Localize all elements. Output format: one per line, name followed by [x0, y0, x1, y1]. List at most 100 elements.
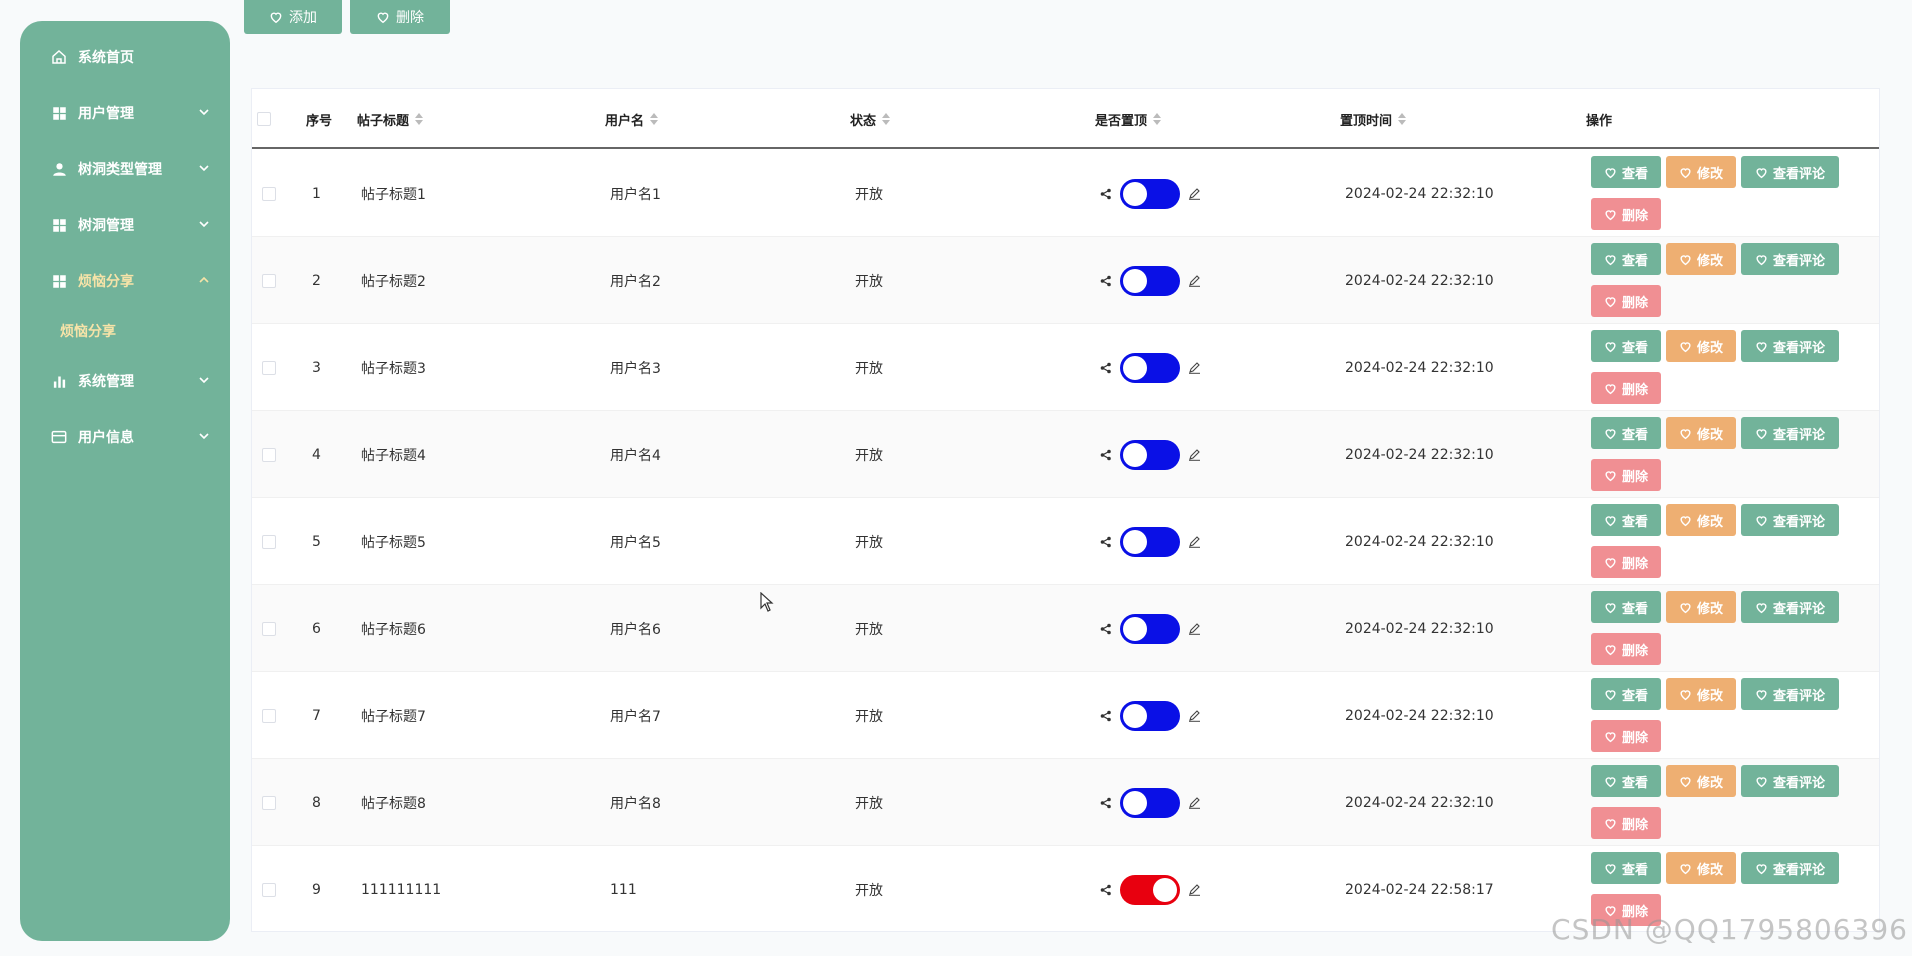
view-button[interactable]: 查看: [1591, 591, 1661, 623]
sidebar-item-4[interactable]: 烦恼分享: [20, 253, 230, 309]
row-checkbox[interactable]: [262, 882, 276, 897]
share-icon[interactable]: [1100, 188, 1112, 200]
view-comments-button[interactable]: 查看评论: [1741, 678, 1839, 710]
pinned-toggle[interactable]: [1120, 265, 1180, 296]
sort-icon[interactable]: [650, 113, 659, 125]
view-button[interactable]: 查看: [1591, 678, 1661, 710]
pinned-toggle[interactable]: [1120, 874, 1180, 905]
view-button[interactable]: 查看: [1591, 852, 1661, 884]
row-delete-button[interactable]: 删除: [1591, 372, 1661, 404]
share-icon[interactable]: [1100, 710, 1112, 722]
header-pinned[interactable]: 是否置顶: [1095, 89, 1162, 149]
row-checkbox[interactable]: [262, 795, 276, 810]
header-status[interactable]: 状态: [850, 89, 891, 149]
pinned-toggle[interactable]: [1120, 613, 1180, 644]
delete-button[interactable]: 删除: [350, 0, 450, 34]
row-checkbox[interactable]: [262, 534, 276, 549]
sort-icon[interactable]: [1398, 113, 1407, 125]
row-delete-button[interactable]: 删除: [1591, 459, 1661, 491]
row-delete-button[interactable]: 删除: [1591, 720, 1661, 752]
index-cell: 1: [312, 185, 321, 202]
row-delete-button[interactable]: 删除: [1591, 546, 1661, 578]
pinned-toggle[interactable]: [1120, 700, 1180, 731]
header-username[interactable]: 用户名: [605, 89, 659, 149]
pinned-toggle[interactable]: [1120, 178, 1180, 209]
view-button[interactable]: 查看: [1591, 156, 1661, 188]
share-icon[interactable]: [1100, 797, 1112, 809]
edit-button[interactable]: 修改: [1666, 243, 1736, 275]
view-button[interactable]: 查看: [1591, 417, 1661, 449]
sidebar-item-3[interactable]: 树洞管理: [20, 197, 230, 253]
share-icon[interactable]: [1100, 362, 1112, 374]
row-checkbox[interactable]: [262, 621, 276, 636]
sidebar-item-0[interactable]: 系统首页: [20, 29, 230, 85]
row-delete-button[interactable]: 删除: [1591, 633, 1661, 665]
view-comments-button[interactable]: 查看评论: [1741, 243, 1839, 275]
edit-pen-icon[interactable]: [1188, 448, 1201, 461]
view-button[interactable]: 查看: [1591, 765, 1661, 797]
header-pin-time[interactable]: 置顶时间: [1340, 89, 1407, 149]
row-delete-button[interactable]: 删除: [1591, 285, 1661, 317]
heart-icon: [1605, 818, 1616, 829]
view-comments-button[interactable]: 查看评论: [1741, 156, 1839, 188]
pinned-toggle[interactable]: [1120, 787, 1180, 818]
row-delete-button[interactable]: 删除: [1591, 198, 1661, 230]
sidebar-item-6[interactable]: 用户信息: [20, 409, 230, 465]
add-button[interactable]: 添加: [244, 0, 342, 34]
edit-button[interactable]: 修改: [1666, 417, 1736, 449]
edit-pen-icon[interactable]: [1188, 274, 1201, 287]
heart-icon: [1605, 731, 1616, 742]
edit-pen-icon[interactable]: [1188, 187, 1201, 200]
sort-icon[interactable]: [415, 113, 424, 125]
edit-button[interactable]: 修改: [1666, 852, 1736, 884]
title-cell: 帖子标题3: [361, 360, 426, 377]
view-comments-button[interactable]: 查看评论: [1741, 330, 1839, 362]
header-title[interactable]: 帖子标题: [357, 89, 424, 149]
row-checkbox[interactable]: [262, 186, 276, 201]
view-comments-button[interactable]: 查看评论: [1741, 417, 1839, 449]
row-checkbox[interactable]: [262, 360, 276, 375]
view-comments-button[interactable]: 查看评论: [1741, 504, 1839, 536]
row-checkbox[interactable]: [262, 708, 276, 723]
edit-pen-icon[interactable]: [1188, 883, 1201, 896]
edit-pen-icon[interactable]: [1188, 361, 1201, 374]
edit-button[interactable]: 修改: [1666, 330, 1736, 362]
sidebar-item-5[interactable]: 系统管理: [20, 353, 230, 409]
edit-pen-icon[interactable]: [1188, 535, 1201, 548]
edit-button[interactable]: 修改: [1666, 591, 1736, 623]
share-icon[interactable]: [1100, 623, 1112, 635]
share-icon[interactable]: [1100, 449, 1112, 461]
view-button[interactable]: 查看: [1591, 243, 1661, 275]
share-icon[interactable]: [1100, 275, 1112, 287]
sidebar-item-2[interactable]: 树洞类型管理: [20, 141, 230, 197]
share-icon[interactable]: [1100, 536, 1112, 548]
edit-button[interactable]: 修改: [1666, 504, 1736, 536]
edit-pen-icon[interactable]: [1188, 709, 1201, 722]
edit-button[interactable]: 修改: [1666, 156, 1736, 188]
sidebar-item-label: 用户管理: [78, 106, 134, 122]
pinned-toggle[interactable]: [1120, 352, 1180, 383]
view-button[interactable]: 查看: [1591, 504, 1661, 536]
share-icon[interactable]: [1100, 884, 1112, 896]
sort-icon[interactable]: [1153, 113, 1162, 125]
row-select-cell: [262, 411, 276, 498]
pinned-toggle[interactable]: [1120, 526, 1180, 557]
row-delete-button[interactable]: 删除: [1591, 807, 1661, 839]
row-checkbox[interactable]: [262, 447, 276, 462]
edit-button[interactable]: 修改: [1666, 765, 1736, 797]
edit-pen-icon[interactable]: [1188, 796, 1201, 809]
pinned-toggle[interactable]: [1120, 439, 1180, 470]
sidebar-item-1[interactable]: 用户管理: [20, 85, 230, 141]
edit-button[interactable]: 修改: [1666, 678, 1736, 710]
view-comments-button[interactable]: 查看评论: [1741, 852, 1839, 884]
sidebar-subitem-share[interactable]: 烦恼分享: [20, 309, 230, 353]
title-cell: 帖子标题7: [361, 708, 426, 725]
edit-pen-icon[interactable]: [1188, 622, 1201, 635]
view-comments-button[interactable]: 查看评论: [1741, 765, 1839, 797]
sort-icon[interactable]: [882, 113, 891, 125]
select-all-checkbox[interactable]: [257, 112, 271, 126]
title-cell: 帖子标题8: [361, 795, 426, 812]
view-comments-button[interactable]: 查看评论: [1741, 591, 1839, 623]
row-checkbox[interactable]: [262, 273, 276, 288]
view-button[interactable]: 查看: [1591, 330, 1661, 362]
